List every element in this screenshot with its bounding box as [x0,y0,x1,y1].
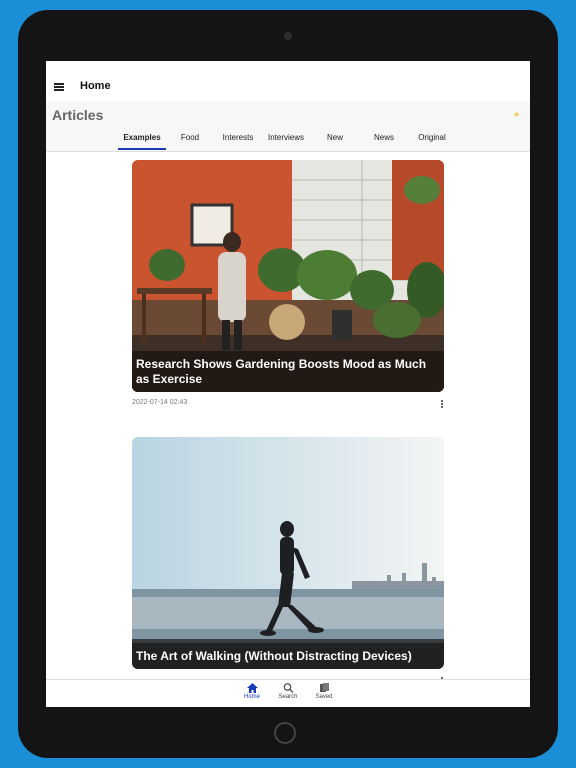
article-title[interactable]: The Art of Walking (Without Distracting … [132,643,444,669]
nav-search-label: Search [278,694,298,700]
nav-home-label: Home [243,694,260,700]
bottom-navigation: Home Search Saved [46,679,530,707]
articles-header: Articles ★ Examples Food Interests Inter… [46,101,530,152]
more-options-icon[interactable] [441,400,444,409]
tab-news[interactable]: News [360,133,408,151]
article-card[interactable]: The Art of Walking (Without Distracting … [132,437,444,679]
home-hardware-button[interactable] [274,722,296,744]
tab-new[interactable]: New [311,133,359,151]
section-title: Articles [52,107,104,123]
nav-search[interactable]: Search [268,683,308,700]
tab-interviews[interactable]: Interviews [262,133,310,151]
article-title[interactable]: Research Shows Gardening Boosts Mood as … [132,351,444,392]
menu-icon[interactable] [54,83,64,91]
article-image[interactable]: The Art of Walking (Without Distracting … [132,437,444,669]
search-icon [283,683,293,693]
article-date: 2022-07-14 02:43 [132,399,188,406]
app-bar: Home [46,61,530,101]
star-icon[interactable]: ★ [513,110,520,119]
article-image[interactable]: Research Shows Gardening Boosts Mood as … [132,160,444,392]
article-card[interactable]: Research Shows Gardening Boosts Mood as … [132,160,444,408]
nav-saved[interactable]: Saved [304,683,344,700]
nav-saved-label: Saved [315,694,333,700]
tab-interests[interactable]: Interests [214,133,262,151]
tab-food[interactable]: Food [166,133,214,151]
article-list: Research Shows Gardening Boosts Mood as … [46,152,530,679]
active-tab-indicator [118,148,166,150]
app-screen: Home Articles ★ Examples Food Interests … [46,61,530,707]
bookmark-icon [319,683,329,692]
camera-icon [284,32,292,40]
tab-original[interactable]: Original [408,133,456,151]
walking-photo [132,437,444,669]
page-title: Home [80,80,111,92]
nav-home[interactable]: Home [232,683,272,700]
home-icon [246,683,258,693]
